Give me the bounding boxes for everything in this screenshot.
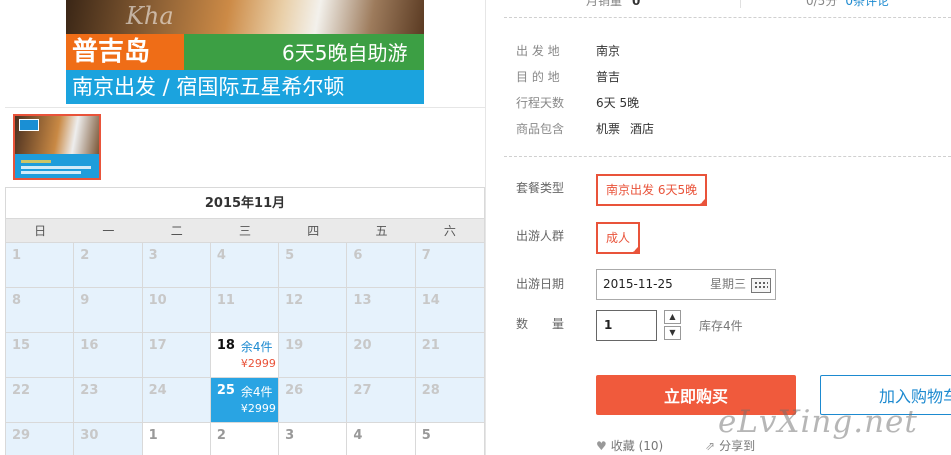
product-gallery: Kha 普吉岛 6天5晚自助游 南京出发 / 宿国际五星希尔顿 2015年11月… bbox=[5, 0, 485, 455]
calendar-day: 6 bbox=[347, 243, 416, 288]
logo-badge-icon bbox=[19, 119, 39, 131]
day-stock: 余4件 bbox=[240, 385, 273, 399]
calendar-day-next-month: 3 bbox=[279, 423, 348, 455]
info-row: 目 的 地 普吉 bbox=[516, 63, 654, 89]
heart-icon: ♥ bbox=[596, 439, 607, 453]
day-price: ¥2999 bbox=[240, 357, 276, 370]
calendar-day: 15 bbox=[6, 333, 75, 378]
calendar-day: 2 bbox=[74, 243, 143, 288]
check-icon: ✓ bbox=[699, 198, 706, 206]
hero-title: 普吉岛 bbox=[72, 37, 151, 67]
calendar-day: 9 bbox=[74, 288, 143, 333]
share-icon: ⇗ bbox=[705, 439, 716, 453]
calendar-day: 22 bbox=[6, 378, 75, 423]
quantity-value: 1 bbox=[604, 318, 613, 332]
calendar-day-next-month: 5 bbox=[415, 423, 484, 455]
quantity-decrement-button[interactable]: ▼ bbox=[664, 326, 681, 340]
hero-photo: Kha bbox=[66, 0, 424, 34]
calendar-day: 29 bbox=[6, 423, 75, 455]
sales-stats-bar: 月销量 0 0/5分 0条评论 bbox=[504, 0, 951, 18]
hero-subtitle: 6天5晚自助游 bbox=[282, 41, 408, 65]
info-value: 南京 bbox=[596, 43, 621, 58]
traveler-group-label: 出游人群 bbox=[516, 229, 565, 243]
calendar-day: 11 bbox=[210, 288, 280, 333]
day-price: ¥2999 bbox=[240, 402, 276, 415]
product-detail-panel: 月销量 0 0/5分 0条评论 出 发 地 南京 目 的 地 普吉 行程天数 6天 … bbox=[486, 0, 951, 455]
calendar-day: 1 bbox=[6, 243, 75, 288]
hero-image: Kha 普吉岛 6天5晚自助游 南京出发 / 宿国际五星希尔顿 bbox=[66, 0, 424, 104]
monthly-sales: 月销量 0 bbox=[586, 0, 641, 8]
calendar-day-next-month: 1 bbox=[142, 423, 211, 455]
weekday-label: 六 bbox=[443, 224, 456, 238]
check-icon: ✓ bbox=[632, 246, 639, 254]
gallery-thumbnail[interactable] bbox=[13, 114, 101, 180]
calendar-day: 16 bbox=[74, 333, 143, 378]
calendar-day: 14 bbox=[415, 288, 484, 333]
calendar-weekday-header: 日 一 二 三 四 五 六 bbox=[6, 219, 484, 243]
departure-calendar: 2015年11月 日 一 二 三 四 五 六 1 2 3 4 5 6 7 8 9… bbox=[5, 187, 485, 455]
calendar-day-available[interactable]: 18 余4件 ¥2999 bbox=[210, 333, 280, 378]
hero-line2: 南京出发 / 宿国际五星希尔顿 bbox=[72, 75, 345, 99]
calendar-icon[interactable] bbox=[751, 278, 771, 293]
weekday-label: 日 bbox=[34, 224, 47, 238]
travel-date-input[interactable]: 2015-11-25 星期三 bbox=[596, 269, 776, 300]
weekday-label: 一 bbox=[102, 224, 115, 238]
calendar-day: 30 bbox=[74, 423, 143, 455]
rating: 0/5分 0条评论 bbox=[806, 0, 889, 9]
info-label: 出 发 地 bbox=[516, 43, 560, 58]
calendar-day-selected[interactable]: 25 余4件 ¥2999 bbox=[210, 378, 280, 423]
info-row: 行程天数 6天 5晚 bbox=[516, 89, 654, 115]
calendar-day: 21 bbox=[415, 333, 484, 378]
quantity-increment-button[interactable]: ▲ bbox=[664, 310, 681, 324]
calendar-day: 24 bbox=[142, 378, 211, 423]
calendar-day: 7 bbox=[415, 243, 484, 288]
date-weekday: 星期三 bbox=[710, 277, 747, 291]
calendar-day: 26 bbox=[279, 378, 348, 423]
weekday-label: 二 bbox=[170, 224, 183, 238]
calendar-day: 12 bbox=[279, 288, 348, 333]
product-info: 出 发 地 南京 目 的 地 普吉 行程天数 6天 5晚 商品包含 机票 酒店 bbox=[516, 37, 654, 141]
section-divider bbox=[504, 156, 951, 157]
favorite-button[interactable]: ♥ 收藏 (10) bbox=[596, 437, 663, 454]
weekday-label: 五 bbox=[375, 224, 388, 238]
watermark: eLvXing.net bbox=[718, 404, 918, 440]
info-label: 目 的 地 bbox=[516, 69, 560, 84]
calendar-day: 5 bbox=[279, 243, 348, 288]
info-value: 普吉 bbox=[596, 69, 621, 84]
package-option-selected[interactable]: 南京出发 6天5晚 ✓ bbox=[596, 174, 708, 206]
weekday-label: 四 bbox=[307, 224, 320, 238]
day-stock: 余4件 bbox=[240, 340, 273, 354]
calendar-day: 8 bbox=[6, 288, 75, 333]
info-row: 商品包含 机票 酒店 bbox=[516, 115, 654, 141]
hero-banner: Kha 普吉岛 6天5晚自助游 南京出发 / 宿国际五星希尔顿 bbox=[5, 0, 485, 108]
calendar-day: 23 bbox=[74, 378, 143, 423]
calendar-day: 3 bbox=[142, 243, 211, 288]
package-type-label: 套餐类型 bbox=[516, 181, 565, 195]
calendar-day-next-month: 4 bbox=[347, 423, 416, 455]
calendar-grid: 1 2 3 4 5 6 7 8 9 10 11 12 13 14 15 16 1… bbox=[6, 243, 484, 455]
info-label: 商品包含 bbox=[516, 121, 565, 136]
calendar-month-title: 2015年11月 bbox=[6, 188, 484, 219]
quantity-label: 数 量 bbox=[516, 317, 565, 331]
reviews-link[interactable]: 0条评论 bbox=[845, 0, 889, 8]
quantity-input[interactable]: 1 bbox=[596, 310, 657, 341]
info-value: 6天 5晚 bbox=[596, 95, 640, 110]
info-value: 机票 酒店 bbox=[596, 121, 655, 136]
calendar-day: 27 bbox=[347, 378, 416, 423]
calendar-day: 13 bbox=[347, 288, 416, 333]
calendar-day: 17 bbox=[142, 333, 211, 378]
calendar-day: 20 bbox=[347, 333, 416, 378]
calendar-day: 19 bbox=[279, 333, 348, 378]
calendar-day-next-month: 2 bbox=[210, 423, 280, 455]
calendar-day: 28 bbox=[415, 378, 484, 423]
weekday-label: 三 bbox=[238, 224, 251, 238]
calendar-day: 10 bbox=[142, 288, 211, 333]
info-label: 行程天数 bbox=[516, 95, 565, 110]
travel-date-label: 出游日期 bbox=[516, 277, 565, 291]
stock-text: 库存4件 bbox=[699, 319, 743, 333]
date-value: 2015-11-25 bbox=[603, 277, 673, 291]
calendar-day: 4 bbox=[210, 243, 280, 288]
info-row: 出 发 地 南京 bbox=[516, 37, 654, 63]
traveler-option-selected[interactable]: 成人 ✓ bbox=[596, 222, 641, 254]
